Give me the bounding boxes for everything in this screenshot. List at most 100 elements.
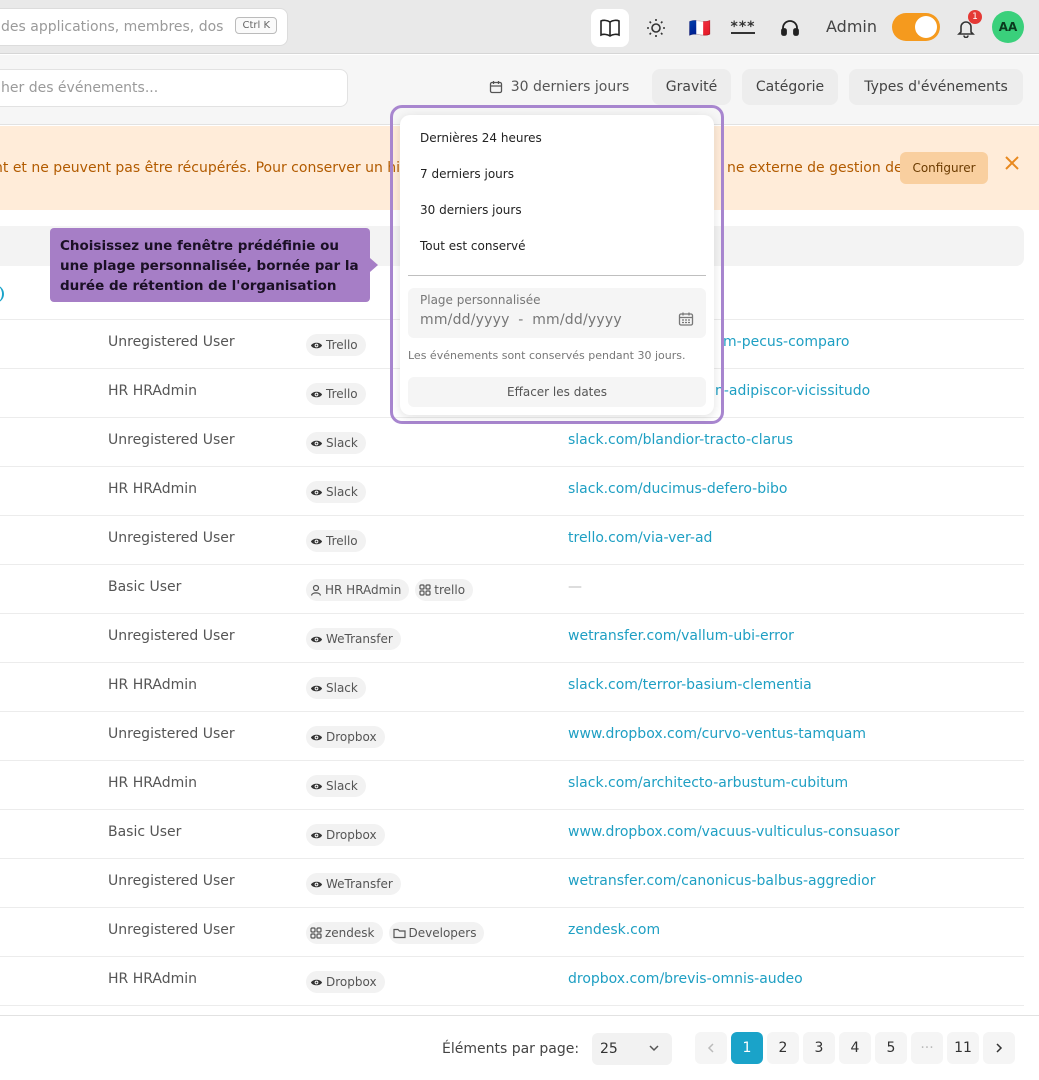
row-link[interactable]: m-pecus-comparo [723,334,850,350]
notification-count-badge: 1 [968,10,982,24]
target-chip-label: Slack [326,779,358,793]
language-button[interactable]: 🇫🇷 [681,9,719,47]
target-chip-label: HR HRAdmin [325,583,402,597]
chevron-left-icon [707,1043,714,1053]
range-option-7d[interactable]: 7 derniers jours [420,167,514,181]
calendar-icon[interactable] [678,311,694,327]
table-row[interactable]: Basic User Dropbox www.dropbox.com/vacuus-… [0,810,1024,859]
password-button[interactable]: *** [724,9,762,47]
row-link[interactable]: www.dropbox.com/vacuus-vulticulus-consua… [568,824,900,840]
row-link[interactable]: dropbox.com/brevis-omnis-audeo [568,971,803,987]
row-user: Basic User [108,579,182,595]
retention-note: Les événements sont conservés pendant 30… [408,349,686,362]
target-chip: Slack [306,677,366,699]
row-link[interactable]: trello.com/via-ver-ad [568,530,712,546]
apps-icon [310,927,322,939]
table-row[interactable]: HR HRAdmin Dropbox dropbox.com/brevis-omni… [0,957,1024,1006]
prev-page-button[interactable] [695,1032,727,1064]
page-button[interactable]: 5 [875,1032,907,1064]
row-link[interactable]: slack.com/architecto-arbustum-cubitum [568,775,848,791]
table-row[interactable]: HR HRAdmin Slack slack.com/terror-basium-c… [0,663,1024,712]
row-link-empty: — [568,579,582,595]
close-icon[interactable] [1003,154,1021,172]
row-link[interactable]: n-adipiscor-vicissitudo [715,383,870,399]
row-link[interactable]: slack.com/terror-basium-clementia [568,677,812,693]
event-search-input[interactable]: her des événements... [0,69,348,107]
target-chip-label: Developers [408,926,477,940]
table-row[interactable]: Unregistered User Trello trello.com/via-ve… [0,516,1024,565]
page-button[interactable]: 11 [947,1032,979,1064]
start-date-input[interactable]: mm/dd/yyyy [420,312,510,328]
support-button[interactable] [771,9,809,47]
category-filter-button[interactable]: Catégorie [742,69,838,105]
target-chip: Slack [306,775,366,797]
page-button[interactable]: 3 [803,1032,835,1064]
eye-icon [310,682,323,695]
target-chip-label: WeTransfer [326,632,393,646]
table-row[interactable]: Unregistered User Dropbox www.dropbox.com/… [0,712,1024,761]
global-search-input[interactable]: des applications, membres, doss Ctrl K [0,8,288,46]
page-button[interactable]: 4 [839,1032,871,1064]
target-chip-label: trello [434,583,466,597]
documentation-button[interactable] [591,9,629,47]
row-targets: Trello [306,383,366,405]
admin-mode-toggle[interactable] [892,13,940,41]
row-link[interactable]: wetransfer.com/canonicus-balbus-aggredio… [568,873,876,889]
table-row[interactable]: HR HRAdmin Slack slack.com/ducimus-defero-… [0,467,1024,516]
row-link[interactable]: slack.com/ducimus-defero-bibo [568,481,787,497]
range-option-30d[interactable]: 30 derniers jours [420,203,522,217]
book-icon [600,19,620,37]
custom-range-field[interactable]: Plage personnalisée mm/dd/yyyy - mm/dd/y… [408,288,706,338]
page-button[interactable]: 2 [767,1032,799,1064]
per-page-value: 25 [600,1041,618,1057]
top-bar: des applications, membres, doss Ctrl K 🇫… [0,0,1039,54]
table-row[interactable]: HR HRAdmin Slack slack.com/architecto-arbu… [0,761,1024,810]
custom-range-dates[interactable]: mm/dd/yyyy - mm/dd/yyyy [420,312,622,328]
calendar-icon [489,81,502,94]
row-link[interactable]: zendesk.com [568,922,660,938]
row-user: HR HRAdmin [108,481,198,497]
table-row[interactable]: Unregistered User Slack slack.com/blandior… [0,418,1024,467]
page-button[interactable]: 1 [731,1032,763,1064]
row-link[interactable]: www.dropbox.com/curvo-ventus-tamquam [568,726,866,742]
table-row[interactable]: Unregistered User WeTransfer wetransfer.co… [0,859,1024,908]
range-option-all[interactable]: Tout est conservé [420,239,526,253]
date-range-button[interactable]: 30 derniers jours [478,69,640,105]
event-search-placeholder: her des événements... [1,80,159,96]
table-row[interactable]: Basic User HR HRAdmin trello — [0,565,1024,614]
target-chip-label: Slack [326,436,358,450]
target-chip-label: Trello [326,338,358,352]
row-user: HR HRAdmin [108,775,198,791]
severity-filter-button[interactable]: Gravité [652,69,731,105]
eye-icon [310,731,323,744]
target-chip-label: Dropbox [326,828,377,842]
target-chip-label: zendesk [325,926,375,940]
row-targets: HR HRAdmin trello [306,579,474,601]
row-targets: Slack [306,775,366,797]
eye-icon [310,437,323,450]
range-option-24h[interactable]: Dernières 24 heures [420,131,542,145]
row-link[interactable]: slack.com/blandior-tracto-clarus [568,432,793,448]
row-targets: Dropbox [306,726,385,748]
theme-toggle-button[interactable] [637,9,675,47]
date-range-dropdown: Dernières 24 heures 7 derniers jours 30 … [400,115,714,415]
end-date-input[interactable]: mm/dd/yyyy [532,312,622,328]
eye-icon [310,633,323,646]
event-types-filter-label: Types d'événements [864,79,1008,95]
row-targets: Dropbox [306,824,385,846]
next-page-button[interactable] [983,1032,1015,1064]
per-page-label: Éléments par page: [442,1041,580,1057]
user-avatar[interactable]: AA [992,11,1024,43]
table-row[interactable]: Unregistered User zendesk Developers zendes… [0,908,1024,957]
target-chip: WeTransfer [306,628,401,650]
configure-button[interactable]: Configurer [900,152,988,184]
chevron-right-icon [996,1043,1003,1053]
table-row[interactable]: Unregistered User WeTransfer wetransfer.co… [0,614,1024,663]
target-chip: Slack [306,481,366,503]
per-page-select[interactable]: 25 [592,1033,672,1065]
event-types-filter-button[interactable]: Types d'événements [849,69,1023,105]
clear-dates-button[interactable]: Effacer les dates [408,377,706,407]
user-icon [310,584,322,596]
row-link[interactable]: wetransfer.com/vallum-ubi-error [568,628,794,644]
target-chip-label: Trello [326,387,358,401]
